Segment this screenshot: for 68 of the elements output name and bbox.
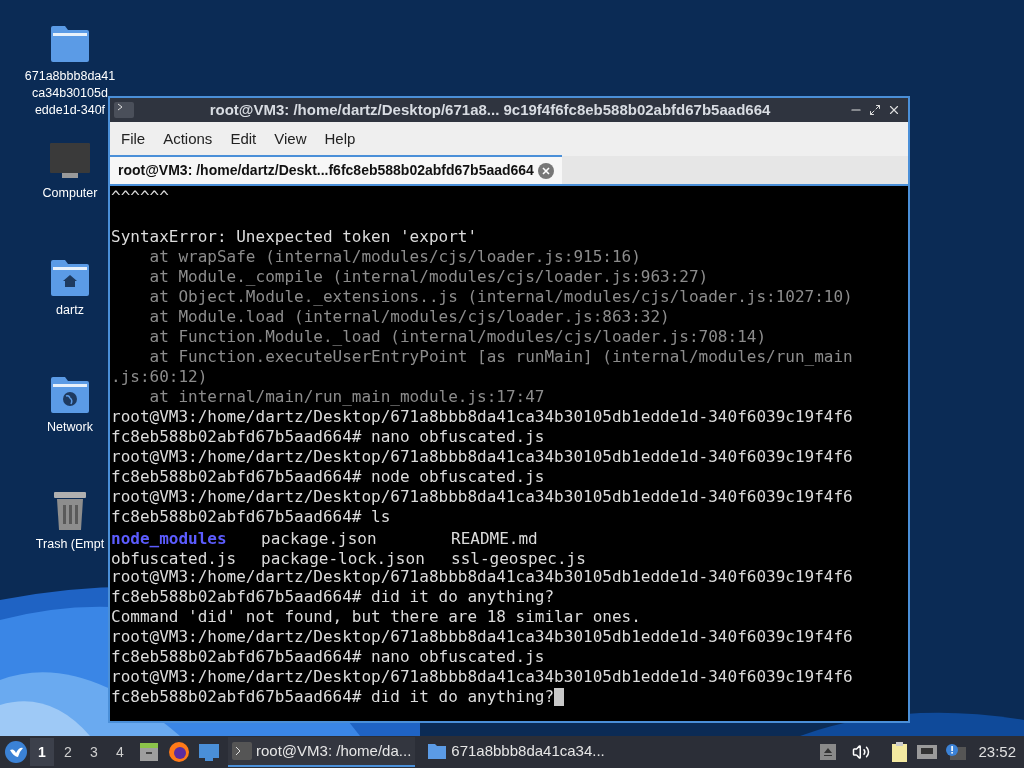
cursor-icon — [554, 688, 565, 706]
menu-item[interactable]: File — [112, 127, 155, 151]
file-entry: package-lock.json — [261, 549, 425, 569]
menu-item[interactable]: Edit — [221, 127, 266, 151]
terminal-line: at Object.Module._extensions..js (internal/modules/cjs/loader.js:1027:10) — [148, 287, 854, 307]
icon-label: 671a8bbb8da41 — [24, 68, 116, 85]
folder-icon — [49, 24, 91, 64]
terminal-line: at Function.executeUserEntryPoint [as runMain] (internal/modules/run_main — [148, 347, 854, 367]
workspace-button[interactable]: 3 — [82, 738, 106, 766]
terminal-line: root@VM3:/home/dartz/Desktop/671a8bbb8da41ca34b30105db1edde1d-340f6039c19f4f6 — [111, 487, 854, 507]
menu-item[interactable]: Actions — [154, 127, 222, 151]
volume-icon[interactable] — [852, 743, 871, 761]
home-folder-icon — [49, 258, 91, 298]
terminal-line: root@VM3:/home/dartz/Desktop/671a8bbb8da41ca34b30105db1edde1d-340f6039c19f4f6 — [111, 447, 854, 467]
terminal-line: ^^^^^^ — [111, 187, 170, 207]
terminal-line: SyntaxError: Unexpected token 'export' — [111, 227, 479, 247]
folder-icon — [427, 742, 448, 760]
terminal-line: at wrapSafe (internal/modules/cjs/loader.js:915:16) — [148, 247, 642, 267]
terminal-line: at Module._compile (internal/modules/cjs/loader.js:963:27) — [148, 267, 710, 287]
terminal-line: .js:60:12) — [111, 367, 209, 387]
firefox-icon[interactable] — [168, 741, 190, 763]
icon-label: Computer — [42, 185, 98, 202]
clock: 23:52 — [978, 741, 1016, 762]
terminal-icon — [114, 102, 134, 118]
eject-icon[interactable] — [820, 744, 837, 760]
close-icon[interactable] — [537, 162, 554, 179]
terminal-line: root@VM3:/home/dartz/Desktop/671a8bbb8da41ca34b30105db1edde1d-340f6039c19f4f6 — [111, 567, 854, 587]
icon-label: Trash (Empt — [35, 536, 105, 553]
terminal-line: root@VM3:/home/dartz/Desktop/671a8bbb8da41ca34b30105db1edde1d-340f6039c19f4f6 — [111, 407, 854, 427]
maximize-icon[interactable] — [869, 104, 881, 116]
task-button[interactable]: root@VM3: /home/da... — [228, 737, 416, 767]
terminal-line: root@VM3:/home/dartz/Desktop/671a8bbb8da41ca34b30105db1edde1d-340f6039c19f4f6 — [111, 627, 854, 647]
workspace-button[interactable]: 2 — [56, 738, 80, 766]
terminal-line: fc8eb588b02abfd67b5aad664# nano obfuscated.js — [111, 427, 546, 447]
terminal-line: fc8eb588b02abfd67b5aad664# did it do anything? — [111, 587, 556, 607]
file-cabinet-icon[interactable] — [138, 741, 160, 763]
file-entry: ssl-geospec.js — [451, 549, 586, 569]
workspace-button[interactable]: 4 — [108, 738, 132, 766]
terminal-line: fc8eb588b02abfd67b5aad664# node obfuscated.js — [111, 467, 546, 487]
monitor-icon — [49, 141, 91, 181]
terminal-icon — [232, 742, 252, 760]
file-entry: node_modules — [111, 529, 227, 549]
network-folder-icon — [49, 375, 91, 415]
icon-label: ca34b30105d — [32, 85, 108, 102]
file-entry: package.json — [261, 529, 377, 549]
notification-icon[interactable] — [944, 743, 967, 761]
icon-label: Network — [47, 419, 93, 436]
window-title: root@VM3: /home/dartz/Desktop/671a8... 9c19f4f6fc8eb588b02abfd67b5aad664 — [209, 99, 771, 120]
terminal-line: at internal/main/run_main_module.js:17:47 — [148, 387, 546, 407]
terminal-line: Command 'did' not found, but there are 18 similar ones. — [111, 607, 642, 627]
task-button[interactable]: 671a8bbb8da41ca34... — [423, 737, 609, 767]
workspace-button[interactable]: 1 — [30, 738, 54, 766]
terminal-line: at Function.Module._load (internal/modules/cjs/loader.js:708:14) — [148, 327, 768, 347]
terminal-line: at Module.load (internal/modules/cjs/loader.js:863:32) — [148, 307, 671, 327]
desktop-icon[interactable] — [198, 742, 220, 762]
icon-label: dartz — [56, 302, 84, 319]
terminal-line: fc8eb588b02abfd67b5aad664# nano obfuscated.js — [111, 647, 546, 667]
icon-label: edde1d-340f — [34, 102, 106, 119]
file-entry: README.md — [451, 529, 538, 549]
terminal-line: fc8eb588b02abfd67b5aad664# ls — [111, 507, 392, 527]
terminal-line: root@VM3:/home/dartz/Desktop/671a8bbb8da41ca34b30105db1edde1d-340f6039c19f4f6 — [111, 667, 854, 687]
terminal-line: fc8eb588b02abfd67b5aad664# did it do anything? — [111, 687, 555, 707]
menu-item[interactable]: View — [265, 127, 316, 151]
menu-item[interactable]: Help — [315, 127, 365, 151]
close-icon[interactable] — [887, 103, 901, 117]
terminal-tab[interactable]: root@VM3: /home/dartz/Deskt...f6fc8eb588b02abfd67b5aad664 — [110, 155, 562, 184]
file-entry: obfuscated.js — [111, 549, 237, 569]
network-icon[interactable] — [916, 743, 939, 761]
